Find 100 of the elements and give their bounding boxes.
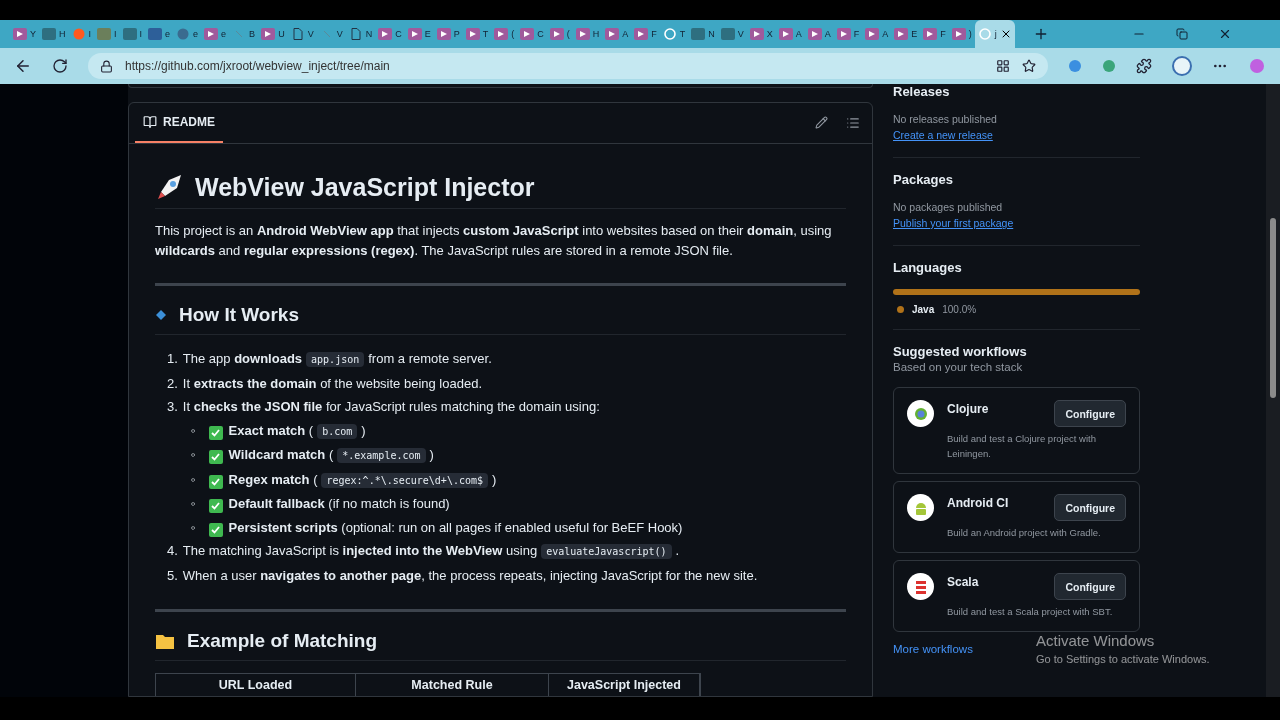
- workflows-subtitle: Based on your tech stack: [893, 361, 1024, 373]
- browser-tab[interactable]: H: [39, 20, 69, 48]
- browser-tab[interactable]: E: [891, 20, 921, 48]
- readme-tab[interactable]: README: [135, 103, 223, 143]
- stacked-logo-icon: [907, 573, 934, 600]
- browser-tab[interactable]: j: [974, 20, 1015, 48]
- browser-tab[interactable]: X: [746, 20, 776, 48]
- browser-tab[interactable]: (: [491, 20, 518, 48]
- restore-icon[interactable]: [1176, 28, 1188, 40]
- browser-tab[interactable]: A: [804, 20, 834, 48]
- browser-tab[interactable]: V: [717, 20, 747, 48]
- section-heading: Packages: [893, 172, 954, 187]
- browser-tab[interactable]: e: [145, 20, 174, 48]
- configure-button[interactable]: Configure: [1054, 494, 1126, 521]
- browser-tab[interactable]: C: [517, 20, 547, 48]
- close-icon[interactable]: [1218, 27, 1232, 41]
- browser-tab[interactable]: T: [462, 20, 492, 48]
- extensions-icon[interactable]: [1136, 58, 1152, 74]
- outline-icon[interactable]: [846, 116, 860, 130]
- inline-code: b.com: [317, 423, 358, 439]
- browser-tab[interactable]: e: [173, 20, 202, 48]
- create-release-link[interactable]: Create a new release: [893, 129, 993, 141]
- browser-tab[interactable]: Y: [10, 20, 39, 48]
- browser-tab[interactable]: F: [631, 20, 660, 48]
- browser-tab[interactable]: I: [119, 20, 146, 48]
- table-header: Matched Rule: [356, 674, 549, 696]
- browser-tab[interactable]: P: [433, 20, 463, 48]
- video-icon: [634, 28, 649, 40]
- browser-tab[interactable]: A: [602, 20, 632, 48]
- more-workflows-link[interactable]: More workflows: [893, 643, 973, 655]
- browser-tab[interactable]: B: [229, 20, 259, 48]
- list-number: 5.: [167, 566, 178, 585]
- browser-tab[interactable]: V: [287, 20, 317, 48]
- list-text: Exact match (: [228, 422, 314, 438]
- browser-tab[interactable]: ): [948, 20, 975, 48]
- video-icon: [436, 28, 451, 40]
- video-icon: [13, 28, 27, 40]
- browser-tab[interactable]: I: [68, 20, 95, 48]
- video-icon: [520, 28, 535, 40]
- browser-tab[interactable]: T: [659, 20, 689, 48]
- packages-note: No packages published: [893, 201, 1004, 213]
- video-icon: [261, 28, 276, 40]
- list-text: from a remote server.: [368, 351, 492, 366]
- workflow-name: Clojure: [947, 401, 990, 418]
- list-text: It extracts the domain of the website being loaded.: [182, 375, 483, 391]
- image-icon: [97, 28, 112, 40]
- browser-tab[interactable]: C: [375, 20, 405, 48]
- section-heading: Releases: [893, 84, 951, 99]
- browser-tab[interactable]: U: [258, 20, 288, 48]
- browser-tab[interactable]: I: [94, 20, 120, 48]
- video-icon: [575, 28, 590, 40]
- ring-logo-icon: [907, 400, 934, 427]
- language-percent: 100.0%: [942, 304, 977, 315]
- browser-tab[interactable]: A: [775, 20, 805, 48]
- lock-icon: [100, 59, 113, 73]
- browser-tab[interactable]: E: [404, 20, 434, 48]
- activation-message: Go to Settings to activate Windows.: [1036, 653, 1210, 665]
- browser-tab[interactable]: V: [316, 20, 346, 48]
- readme-title: WebView JavaScript Injector: [195, 172, 535, 202]
- video-icon: [836, 28, 851, 40]
- releases-note: No releases published: [893, 113, 998, 125]
- list-text: Default fallback (if no match is found): [228, 496, 450, 511]
- list-text: The matching JavaScript is injected into the WebView using: [182, 543, 538, 558]
- configure-button[interactable]: Configure: [1054, 573, 1126, 600]
- address-bar[interactable]: https://github.com/jxroot/webview_inject/tree/main: [88, 53, 1048, 79]
- list-text: .: [675, 543, 680, 558]
- back-icon[interactable]: [14, 57, 32, 75]
- folder-icon: [155, 632, 175, 650]
- inline-code: evaluateJavascript(): [541, 544, 672, 559]
- browser-tab[interactable]: F: [833, 20, 863, 48]
- grid-icon[interactable]: [996, 59, 1010, 73]
- diamond-icon: [155, 309, 167, 321]
- page-icon: [348, 28, 363, 40]
- section-heading: Suggested workflows: [893, 344, 1028, 359]
- video-icon: [951, 28, 966, 40]
- profile-icon[interactable]: [1172, 56, 1192, 76]
- browser-tab[interactable]: (: [546, 20, 573, 48]
- intro-paragraph: This project is an Android WebView app that injects custom JavaScript into websites based on their domain, using wildcards and regular expressions (regex). The JavaScript rules are stored in a remote JSON file.: [155, 222, 833, 260]
- workflow-description: Build and test a Clojure project with Leiningen.: [947, 432, 1097, 461]
- scrollbar[interactable]: [1266, 84, 1280, 697]
- video-icon: [749, 28, 764, 40]
- list-bullet: ◦: [191, 446, 196, 464]
- list-text: Regex match (: [228, 471, 318, 487]
- browser-tab[interactable]: H: [572, 20, 603, 48]
- list-bullet: ◦: [191, 495, 196, 513]
- edit-icon[interactable]: [815, 116, 828, 129]
- publish-package-link[interactable]: Publish your first package: [893, 217, 1014, 229]
- list-bullet: ◦: [191, 421, 196, 440]
- browser-tab[interactable]: N: [688, 20, 718, 48]
- browser-tab[interactable]: F: [920, 20, 949, 48]
- browser-tab[interactable]: e: [201, 20, 230, 48]
- video-icon: [204, 28, 219, 40]
- browser-tab[interactable]: N: [345, 20, 376, 48]
- configure-button[interactable]: Configure: [1054, 400, 1126, 427]
- video-icon: [807, 28, 822, 40]
- workflow-description: Build an Android project with Gradle.: [947, 526, 1102, 540]
- tile-icon: [42, 28, 56, 40]
- star-icon[interactable]: [1022, 59, 1036, 73]
- browser-tab[interactable]: A: [862, 20, 892, 48]
- reload-icon[interactable]: [52, 58, 68, 74]
